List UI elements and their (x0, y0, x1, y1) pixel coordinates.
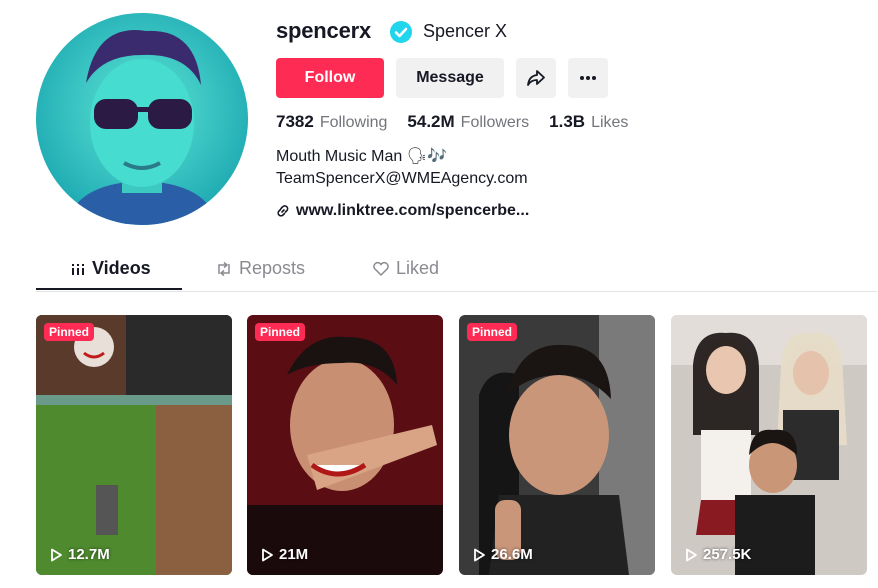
profile-link[interactable]: www.linktree.com/spencerbe... (276, 202, 529, 220)
tab-reposts-label: Reposts (239, 258, 306, 278)
video-thumbnail (247, 315, 443, 575)
play-icon (474, 548, 485, 561)
following-label: Following (319, 114, 388, 131)
play-icon (262, 548, 273, 561)
more-options-button[interactable] (568, 58, 608, 98)
heart-lock-icon (373, 261, 389, 276)
video-card[interactable]: 257.5K (671, 315, 867, 575)
profile-avatar[interactable] (36, 13, 248, 225)
profile-nickname: Spencer X (423, 21, 508, 41)
repost-icon (218, 261, 230, 276)
likes-count: 1.3B (549, 112, 586, 131)
video-view-count: 257.5K (703, 546, 752, 563)
video-views: 21M (261, 546, 308, 563)
pinned-badge: Pinned (44, 323, 95, 341)
tab-videos[interactable]: Videos (70, 258, 151, 279)
video-card[interactable]: Pinned 21M (247, 315, 443, 575)
video-views: 257.5K (685, 546, 751, 563)
verified-badge-icon (390, 21, 412, 43)
following-count: 7382 (276, 112, 314, 131)
likes-stat: 1.3B Likes (549, 112, 628, 132)
likes-label: Likes (591, 114, 629, 131)
video-card[interactable]: Pinned 12.7M (36, 315, 232, 575)
video-thumbnail (459, 315, 655, 575)
play-icon (686, 548, 697, 561)
bio-line: Mouth Music Man 🗣🎶 (276, 148, 447, 165)
video-thumbnail (671, 315, 867, 575)
active-tab-indicator (36, 288, 182, 290)
bio-email: TeamSpencerX@WMEAgency.com (276, 170, 528, 187)
profile-link-text: www.linktree.com/spencerbe... (296, 202, 530, 219)
followers-label: Followers (460, 114, 530, 131)
tab-reposts[interactable]: Reposts (215, 258, 305, 279)
video-views: 12.7M (50, 546, 110, 563)
video-view-count: 21M (279, 546, 309, 563)
video-card[interactable]: Pinned 26.6M (459, 315, 655, 575)
message-button[interactable]: Message (396, 58, 504, 98)
profile-username: spencerx (276, 18, 372, 43)
followers-stat[interactable]: 54.2M Followers (407, 112, 529, 132)
tab-videos-label: Videos (92, 258, 151, 278)
share-icon (527, 70, 545, 86)
followers-count: 54.2M (407, 112, 455, 131)
pinned-badge: Pinned (255, 323, 306, 341)
profile-bio: Mouth Music Man 🗣🎶 TeamSpencerX@WMEAgenc… (276, 146, 528, 190)
follow-button[interactable]: Follow (276, 58, 384, 98)
share-button[interactable] (516, 58, 556, 98)
profile-stats: 7382 Following 54.2M Followers 1.3B Like… (276, 112, 648, 132)
video-thumbnail (36, 315, 232, 575)
tab-liked-label: Liked (396, 258, 440, 278)
tab-liked[interactable]: Liked (372, 258, 439, 279)
pinned-badge: Pinned (467, 323, 518, 341)
profile-tabs: Videos Reposts Liked (36, 250, 877, 292)
link-icon (277, 205, 289, 217)
videos-grid-icon (72, 263, 84, 275)
video-views: 26.6M (473, 546, 533, 563)
video-view-count: 26.6M (491, 546, 533, 563)
play-icon (51, 548, 62, 561)
following-stat[interactable]: 7382 Following (276, 112, 387, 132)
video-view-count: 12.7M (68, 546, 110, 563)
more-icon (580, 76, 596, 80)
